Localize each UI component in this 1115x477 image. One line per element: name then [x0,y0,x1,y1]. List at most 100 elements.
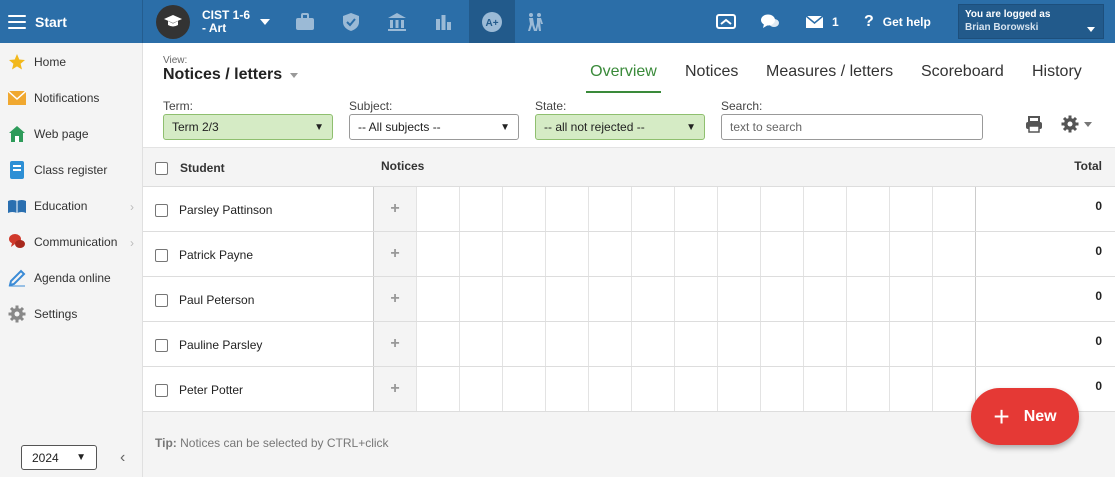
sidebar-item-web-page[interactable]: Web page [0,116,142,152]
add-notice-icon[interactable]: + [373,277,416,321]
notice-cell[interactable] [803,367,846,411]
term-select[interactable]: Term 2/3 ▼ [163,114,333,140]
bank-icon[interactable] [374,0,420,43]
notice-cell[interactable] [631,367,674,411]
notice-cell[interactable] [889,187,932,231]
notice-cell[interactable] [588,322,631,366]
add-notice-icon[interactable]: + [373,187,416,231]
notice-cell[interactable] [674,322,717,366]
sidebar-item-communication[interactable]: Communication › [0,224,142,260]
notice-cell[interactable] [631,322,674,366]
settings-menu[interactable] [1061,114,1092,134]
notice-cell[interactable] [975,277,1018,321]
notice-cell[interactable] [416,367,459,411]
tab-notices[interactable]: Notices [685,63,738,93]
row-checkbox[interactable] [155,339,168,352]
notice-cell[interactable] [674,187,717,231]
notice-cell[interactable] [889,232,932,276]
notice-cell[interactable] [502,322,545,366]
print-icon[interactable] [1025,114,1043,134]
notice-cell[interactable] [545,367,588,411]
notice-cell[interactable] [975,232,1018,276]
class-selector[interactable]: CIST 1-6 - Art [156,5,271,39]
notice-cell[interactable] [416,277,459,321]
notice-cell[interactable] [760,367,803,411]
notice-cell[interactable] [846,187,889,231]
year-select[interactable]: 2024 ▼ [21,445,97,470]
notice-cell[interactable] [932,322,975,366]
notice-cell[interactable] [932,232,975,276]
notice-cell[interactable] [803,232,846,276]
sidebar-item-agenda-online[interactable]: Agenda online [0,260,142,296]
table-row[interactable]: Peter Potter +0 [143,367,1115,412]
table-row[interactable]: Parsley Pattinson +0 [143,187,1115,232]
notice-cell[interactable] [846,232,889,276]
tab-measures-letters[interactable]: Measures / letters [766,63,893,93]
notice-cell[interactable] [760,232,803,276]
notice-cell[interactable] [803,322,846,366]
tab-history[interactable]: History [1032,63,1082,93]
notice-cell[interactable] [416,322,459,366]
walking-people-icon[interactable] [512,0,558,43]
help-button[interactable]: ? Get help [864,0,931,43]
start-button[interactable]: Start [0,0,143,43]
sidebar-item-settings[interactable]: Settings [0,296,142,332]
notice-cell[interactable] [975,322,1018,366]
notice-cell[interactable] [717,187,760,231]
table-row[interactable]: Pauline Parsley +0 [143,322,1115,367]
notice-cell[interactable] [717,322,760,366]
notice-cell[interactable] [588,277,631,321]
row-checkbox[interactable] [155,384,168,397]
notice-cell[interactable] [803,277,846,321]
row-checkbox[interactable] [155,249,168,262]
notice-cell[interactable] [846,322,889,366]
tab-overview[interactable]: Overview [586,63,661,93]
notice-cell[interactable] [545,232,588,276]
sidebar-item-notifications[interactable]: Notifications [0,80,142,116]
notice-cell[interactable] [545,277,588,321]
sidebar-item-education[interactable]: Education › [0,188,142,224]
notice-cell[interactable] [932,277,975,321]
bar-chart-icon[interactable] [420,0,466,43]
notice-cell[interactable] [760,322,803,366]
notice-cell[interactable] [416,232,459,276]
row-checkbox[interactable] [155,204,168,217]
notice-cell[interactable] [459,232,502,276]
notice-cell[interactable] [846,277,889,321]
notice-cell[interactable] [760,277,803,321]
notice-cell[interactable] [932,367,975,411]
add-notice-icon[interactable]: + [373,322,416,366]
state-select[interactable]: -- all not rejected -- ▼ [535,114,705,140]
notice-cell[interactable] [459,187,502,231]
chat-bubbles-icon[interactable] [760,0,780,43]
notice-cell[interactable] [588,232,631,276]
tab-scoreboard[interactable]: Scoreboard [921,63,1004,93]
sidebar-item-home[interactable]: Home [0,44,142,80]
notice-cell[interactable] [889,277,932,321]
notice-cell[interactable] [717,367,760,411]
notice-cell[interactable] [760,187,803,231]
table-row[interactable]: Patrick Payne +0 [143,232,1115,277]
shield-icon[interactable] [328,0,374,43]
table-row[interactable]: Paul Peterson +0 [143,277,1115,322]
notice-cell[interactable] [717,277,760,321]
notice-cell[interactable] [717,232,760,276]
cast-icon[interactable] [716,0,736,43]
collapse-sidebar-icon[interactable]: ‹ [120,449,125,467]
notice-cell[interactable] [545,322,588,366]
notice-cell[interactable] [416,187,459,231]
sidebar-item-class-register[interactable]: Class register [0,152,142,188]
select-all-checkbox[interactable] [155,162,168,175]
notice-cell[interactable] [588,367,631,411]
notice-cell[interactable] [932,187,975,231]
notice-cell[interactable] [674,232,717,276]
grades-icon[interactable]: A+ [469,0,515,43]
search-input[interactable] [721,114,983,140]
subject-select[interactable]: -- All subjects -- ▼ [349,114,519,140]
notice-cell[interactable] [889,367,932,411]
user-menu[interactable]: You are logged as Brian Borowski [958,4,1104,39]
row-checkbox[interactable] [155,294,168,307]
new-button[interactable]: + New [971,388,1079,445]
notice-cell[interactable] [846,367,889,411]
notice-cell[interactable] [502,367,545,411]
